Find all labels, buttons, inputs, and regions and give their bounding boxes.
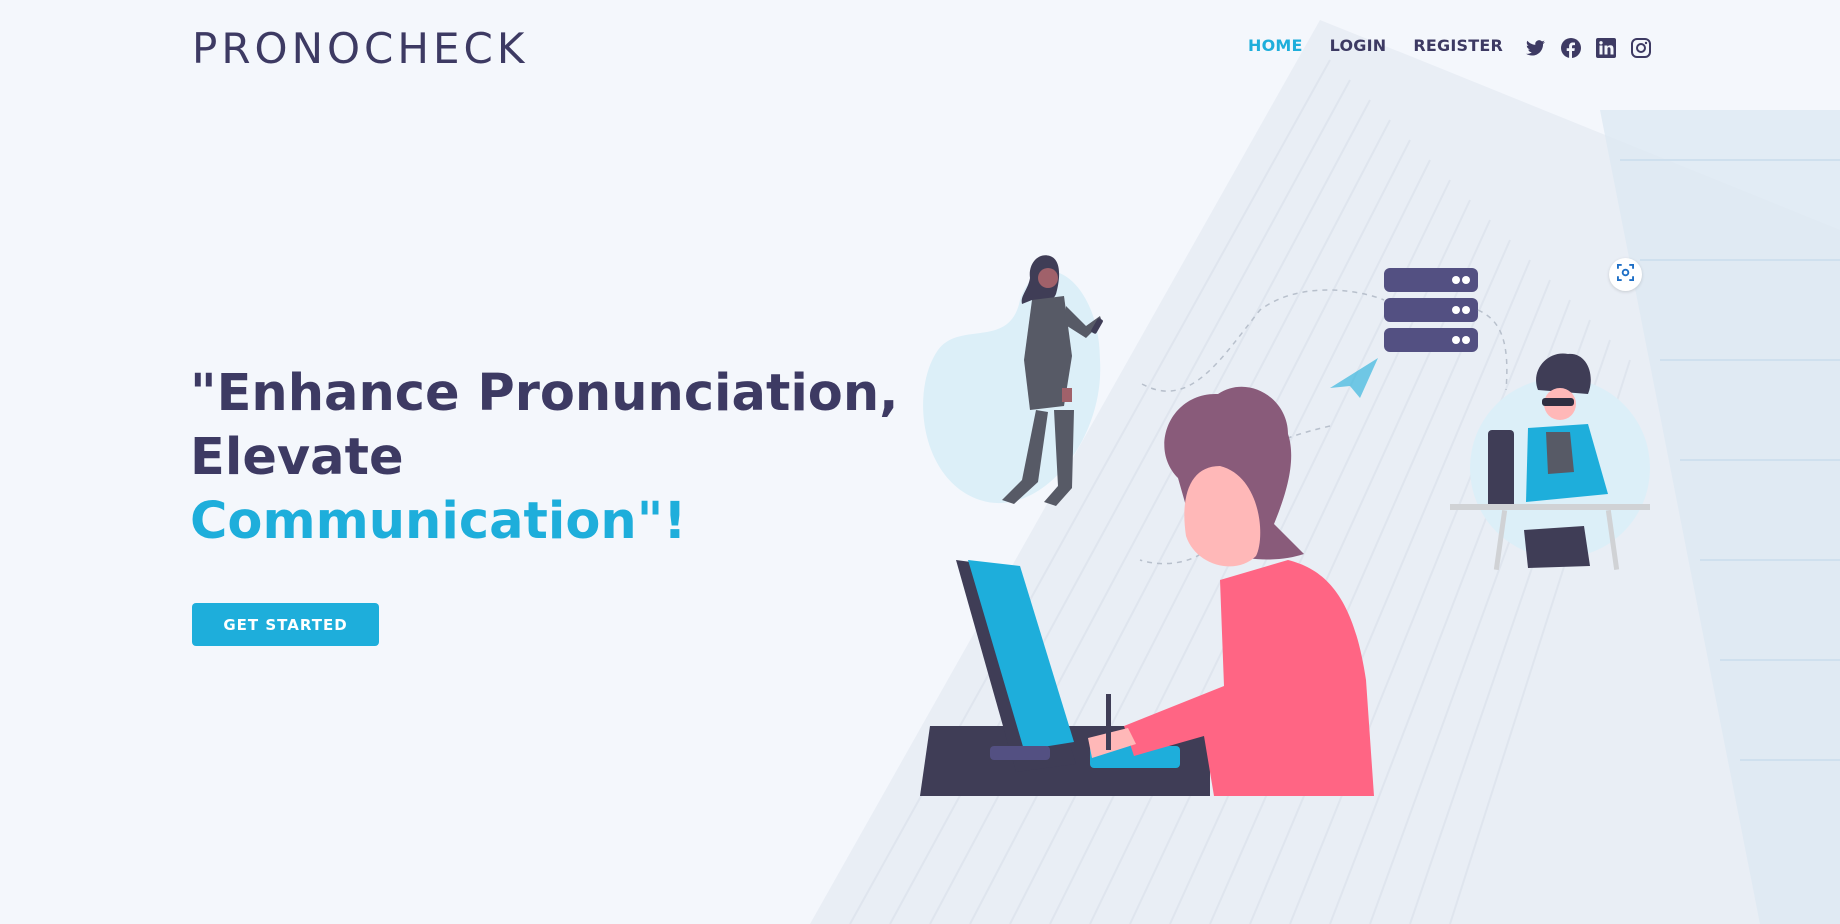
linkedin-icon[interactable] [1594, 36, 1617, 59]
server-stack-icon [1384, 268, 1478, 352]
twitter-icon[interactable] [1524, 36, 1547, 59]
hero-headline: "Enhance Pronunciation, Elevate Communic… [190, 362, 950, 554]
site-logo[interactable]: PRONOCHECK [192, 24, 528, 73]
facebook-icon[interactable] [1559, 36, 1582, 59]
social-links [1524, 36, 1652, 59]
nav-register-link[interactable]: REGISTER [1413, 36, 1503, 55]
focus-scan-icon [1617, 263, 1634, 286]
hero-headline-line1: "Enhance Pronunciation, [190, 364, 899, 423]
hero-headline-line2: Elevate [190, 428, 404, 487]
nav-login-link[interactable]: LOGIN [1330, 36, 1387, 55]
blob-shape [923, 271, 1101, 504]
site-header: PRONOCHECK HOME LOGIN REGISTER [0, 0, 1840, 96]
nav-home-link[interactable]: HOME [1248, 36, 1303, 55]
get-started-button[interactable]: GET STARTED [192, 603, 379, 646]
seated-man-figure [1450, 353, 1650, 571]
main-nav: HOME LOGIN REGISTER [1248, 36, 1530, 55]
hero-headline-line3: Communication"! [190, 492, 687, 551]
paper-plane-icon [1330, 358, 1378, 398]
focus-scan-button[interactable] [1609, 258, 1642, 291]
hero-illustration [920, 255, 1650, 796]
instagram-icon[interactable] [1629, 36, 1652, 59]
page: PRONOCHECK HOME LOGIN REGISTER "Enhance … [0, 0, 1840, 924]
